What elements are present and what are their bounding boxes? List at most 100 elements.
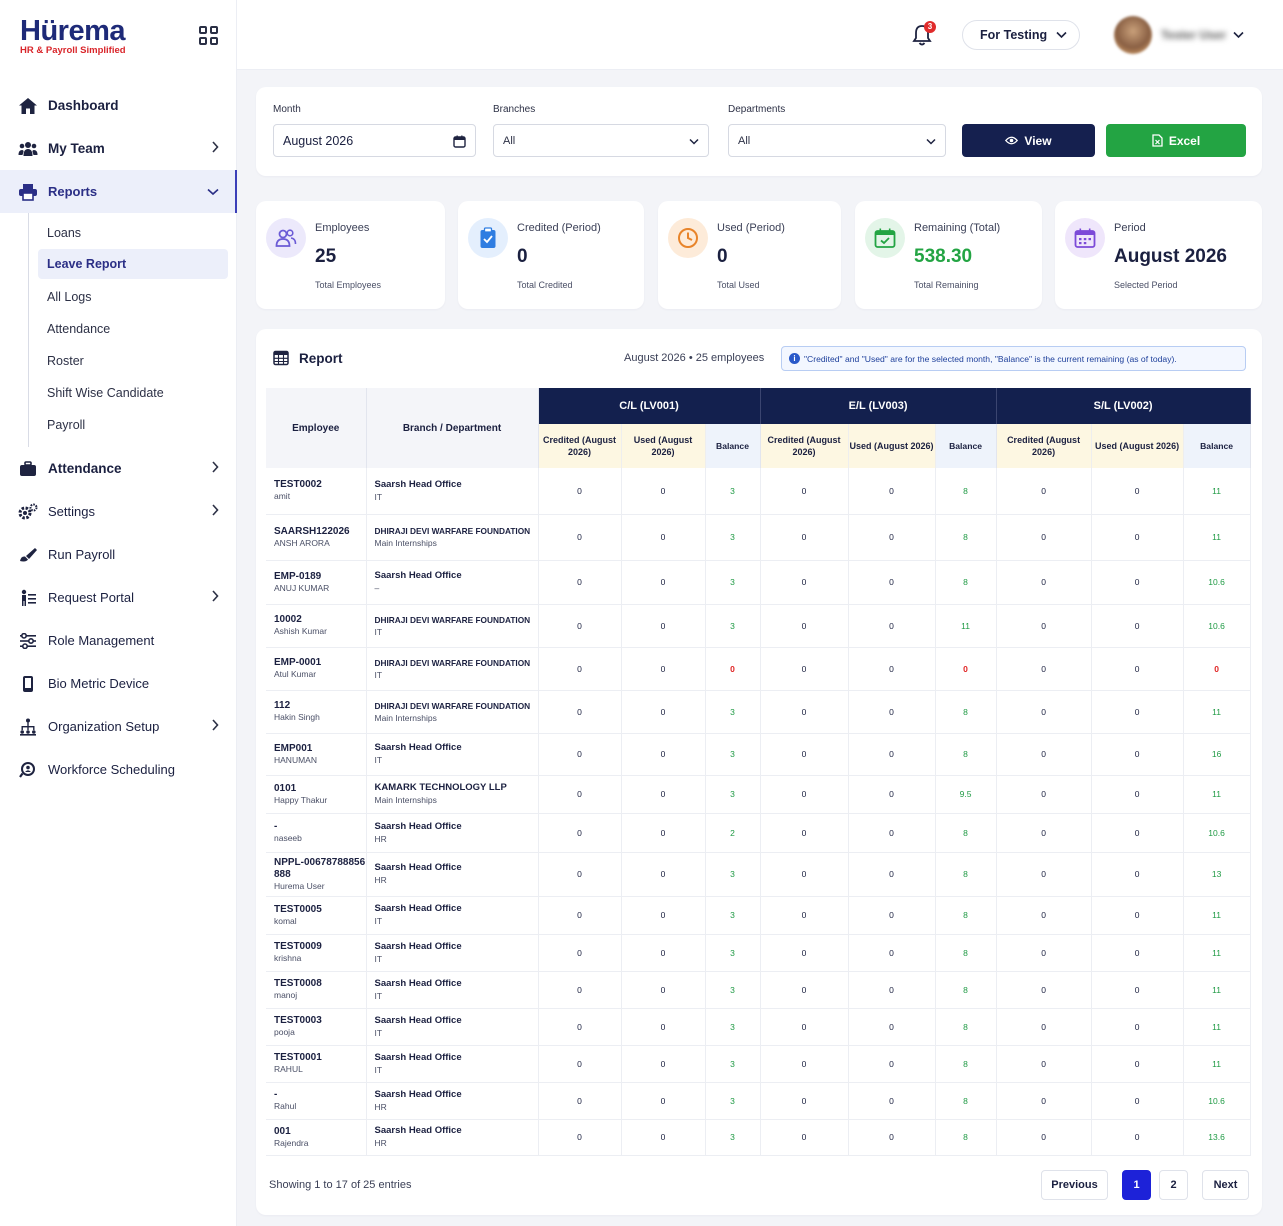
employee-cell: TEST0005 komal [266, 896, 367, 935]
sidebar-item-workforce-scheduling[interactable]: Workforce Scheduling [0, 748, 237, 791]
branches-select[interactable]: All [493, 124, 709, 157]
pagination-page-1[interactable]: 1 [1122, 1170, 1151, 1200]
chevron-down-icon [689, 138, 699, 145]
user-name[interactable]: Tester User [1161, 28, 1226, 42]
employee-code: - [274, 821, 278, 832]
stat-subtitle: Total Employees [315, 280, 382, 290]
sidebar-item-run-payroll[interactable]: Run Payroll [0, 533, 237, 576]
column-header-branch-department[interactable]: Branch / Department [366, 388, 539, 468]
credited-cell: 0 [538, 852, 622, 897]
view-button[interactable]: View [962, 124, 1095, 157]
sidebar-subitem-payroll[interactable]: Payroll [29, 409, 237, 441]
sidebar-item-reports[interactable]: Reports [0, 170, 237, 213]
branch-cell: Saarsh Head Office IT [366, 468, 539, 515]
subheader-credited: Credited (August 2026) [760, 424, 849, 468]
employee-cell: 0101 Happy Thakur [266, 775, 367, 814]
used-cell: 0 [1091, 852, 1184, 897]
sidebar-item-my-team[interactable]: My Team [0, 127, 237, 170]
balance-cell: 11 [1183, 468, 1251, 515]
sidebar-subitem-loans[interactable]: Loans [29, 217, 237, 249]
request-icon [18, 588, 38, 608]
credited-cell: 0 [996, 813, 1092, 853]
credited-cell: 0 [760, 733, 849, 776]
credited-cell: 0 [538, 896, 622, 935]
sidebar-subitem-leave-report[interactable]: Leave Report [38, 249, 228, 279]
used-cell: 0 [1091, 813, 1184, 853]
used-cell: 0 [621, 896, 706, 935]
report-title: Report [299, 351, 343, 366]
stat-subtitle: Total Remaining [914, 280, 979, 290]
excel-label: Excel [1168, 133, 1201, 148]
branch-cell: Saarsh Head Office IT [366, 1008, 539, 1046]
credited-cell: 0 [996, 733, 1092, 776]
balance-cell: 8 [935, 934, 997, 972]
balance-cell: 3 [705, 604, 761, 648]
apps-grid-icon[interactable] [199, 26, 218, 45]
used-cell: 0 [621, 1045, 706, 1083]
home-icon [18, 96, 38, 116]
briefcase-icon [18, 459, 38, 479]
balance-cell: 16 [1183, 733, 1251, 776]
stat-title: Used (Period) [717, 222, 785, 234]
table-row: 001 Rajendra Saarsh Head Office HR 0 0 3 0 0 8 0 0 1… [266, 1119, 1251, 1156]
employee-name: Rajendra [274, 1137, 309, 1148]
department-name: HR [374, 875, 387, 885]
employee-cell: NPPL-00678788856888 Hurema User [266, 852, 367, 897]
sidebar-item-dashboard[interactable]: Dashboard [0, 84, 237, 127]
branch-cell: Saarsh Head Office HR [366, 852, 539, 897]
credited-cell: 0 [538, 775, 622, 814]
sidebar-item-bio-metric-device[interactable]: Bio Metric Device [0, 662, 237, 705]
table-row: SAARSH122026 ANSH ARORA DHIRAJI DEVI WARFA… [266, 514, 1251, 561]
pagination-next-button[interactable]: Next [1202, 1170, 1249, 1200]
calendar-icon [1065, 218, 1105, 258]
balance-cell: 3 [705, 560, 761, 605]
chevron-down-icon[interactable] [1233, 31, 1244, 39]
excel-export-button[interactable]: Excel [1106, 124, 1246, 157]
sidebar-subitem-attendance[interactable]: Attendance [29, 313, 237, 345]
employee-code: 10002 [274, 614, 302, 625]
calendar-icon[interactable] [453, 135, 466, 148]
credited-cell: 0 [538, 1045, 622, 1083]
sidebar-item-role-management[interactable]: Role Management [0, 619, 237, 662]
branch-cell: Saarsh Head Office HR [366, 1119, 539, 1156]
credited-cell: 0 [760, 813, 849, 853]
balance-cell: 11 [1183, 690, 1251, 734]
sidebar-item-organization-setup[interactable]: Organization Setup [0, 705, 237, 748]
credited-cell: 0 [760, 1119, 849, 1156]
branch-name: Saarsh Head Office [374, 862, 462, 873]
employee-cell: - Rahul [266, 1082, 367, 1120]
departments-select[interactable]: All [728, 124, 946, 157]
column-header-employee[interactable]: Employee [266, 388, 367, 468]
credited-cell: 0 [996, 647, 1092, 691]
sidebar-subitem-all-logs[interactable]: All Logs [29, 281, 237, 313]
credited-cell: 0 [996, 971, 1092, 1009]
used-cell: 0 [848, 647, 936, 691]
used-cell: 0 [621, 971, 706, 1009]
printer-icon [18, 182, 38, 202]
sidebar-item-attendance[interactable]: Attendance [0, 447, 237, 490]
brand-logo[interactable]: Hürema HR & Payroll Simplified [20, 16, 126, 56]
used-cell: 0 [1091, 934, 1184, 972]
sidebar-subitem-roster[interactable]: Roster [29, 345, 237, 377]
clock-icon [668, 218, 708, 258]
month-picker[interactable]: August 2026 [273, 124, 476, 157]
stat-value: 0 [517, 246, 528, 267]
branch-name: Saarsh Head Office [374, 1051, 462, 1063]
branch-name: Saarsh Head Office [374, 940, 462, 952]
sidebar-subitem-shift-wise-candidate[interactable]: Shift Wise Candidate [29, 377, 237, 409]
used-cell: 0 [1091, 514, 1184, 561]
balance-cell: 8 [935, 1082, 997, 1120]
sidebar-item-request-portal[interactable]: Request Portal [0, 576, 237, 619]
credited-cell: 0 [538, 971, 622, 1009]
pagination-page-2[interactable]: 2 [1159, 1170, 1188, 1200]
balance-cell: 3 [705, 1008, 761, 1046]
group-header-el: E/L (LV003) [760, 388, 997, 424]
company-selector[interactable]: For Testing [962, 20, 1080, 50]
pagination-previous-button[interactable]: Previous [1041, 1170, 1108, 1200]
sidebar-item-settings[interactable]: Settings [0, 490, 237, 533]
avatar[interactable] [1114, 16, 1152, 54]
used-cell: 0 [848, 1045, 936, 1083]
employee-name: manoj [274, 990, 298, 1000]
stat-card-employees: Employees 25 Total Employees [256, 201, 445, 309]
credited-cell: 0 [538, 934, 622, 972]
